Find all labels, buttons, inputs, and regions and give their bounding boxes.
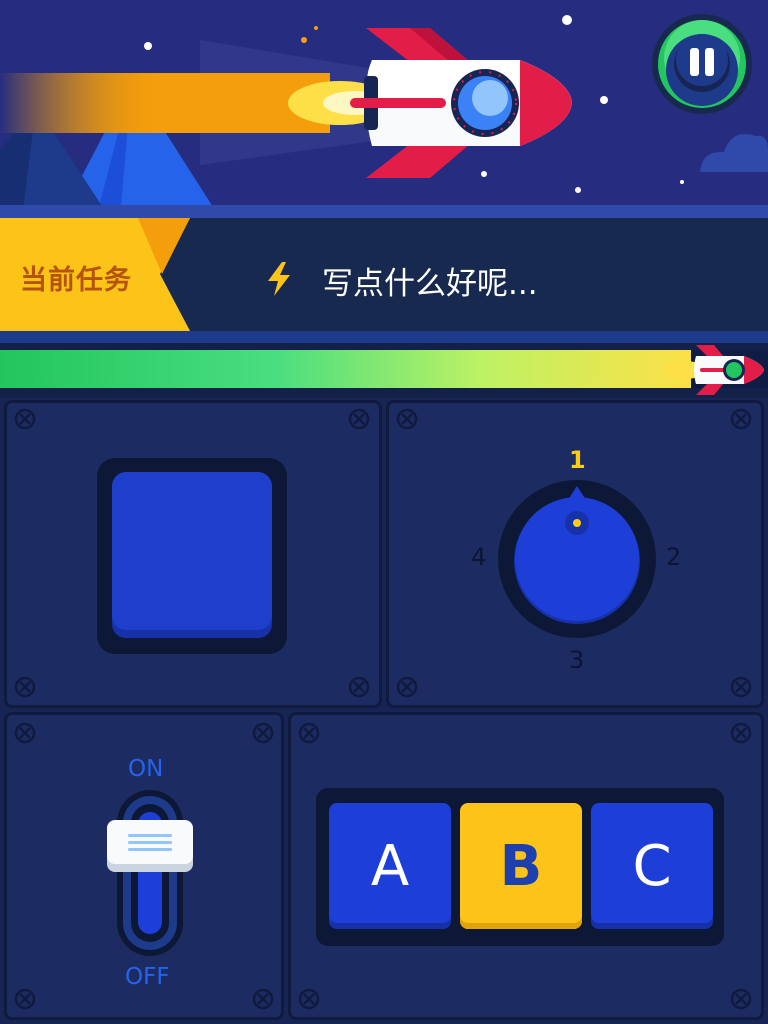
key-c-button[interactable]: C bbox=[591, 803, 713, 929]
push-button[interactable] bbox=[112, 472, 272, 638]
dial-label-4: 4 bbox=[471, 543, 487, 571]
progress-rocket-icon bbox=[662, 343, 766, 397]
screw-icon bbox=[730, 676, 752, 698]
screw-icon bbox=[14, 676, 36, 698]
star bbox=[575, 187, 581, 193]
star bbox=[481, 171, 487, 177]
screw-icon bbox=[298, 722, 320, 744]
dial-label-2: 2 bbox=[666, 543, 682, 571]
cloud bbox=[700, 134, 768, 172]
progress-fill bbox=[0, 350, 692, 388]
task-label: 当前任务 bbox=[20, 265, 132, 296]
lightning-icon bbox=[264, 262, 294, 296]
screw-icon bbox=[396, 408, 418, 430]
knob-indicator-dot bbox=[573, 519, 581, 527]
rocket-icon bbox=[350, 28, 572, 178]
screw-icon bbox=[396, 676, 418, 698]
screw-icon bbox=[730, 722, 752, 744]
task-text: 写点什么好呢... bbox=[322, 266, 538, 302]
screw-icon bbox=[14, 722, 36, 744]
star bbox=[301, 37, 307, 43]
screw-icon bbox=[252, 988, 274, 1010]
screw-icon bbox=[14, 408, 36, 430]
switch-off-label: OFF bbox=[125, 964, 170, 990]
star bbox=[314, 26, 318, 30]
progress-track bbox=[0, 350, 768, 388]
rocket-trail-gradient bbox=[0, 73, 330, 133]
pause-button[interactable] bbox=[650, 12, 754, 116]
dial-label-3: 3 bbox=[569, 646, 585, 674]
rotary-knob[interactable] bbox=[498, 480, 656, 638]
divider-strip bbox=[0, 331, 768, 343]
key-b-button[interactable]: B bbox=[460, 803, 582, 929]
screw-icon bbox=[252, 722, 274, 744]
switch-on-label: ON bbox=[128, 756, 164, 782]
key-a-button[interactable]: A bbox=[329, 803, 451, 929]
screw-icon bbox=[14, 988, 36, 1010]
horizon-strip bbox=[0, 205, 768, 218]
screw-icon bbox=[298, 988, 320, 1010]
toggle-switch[interactable] bbox=[100, 788, 200, 958]
star bbox=[600, 96, 608, 104]
dial-label-1: 1 bbox=[569, 446, 586, 474]
screw-icon bbox=[730, 408, 752, 430]
star bbox=[144, 42, 152, 50]
screw-icon bbox=[348, 676, 370, 698]
star bbox=[680, 180, 684, 184]
screw-icon bbox=[348, 408, 370, 430]
screw-icon bbox=[730, 988, 752, 1010]
star bbox=[562, 15, 572, 25]
switch-handle bbox=[107, 820, 193, 872]
